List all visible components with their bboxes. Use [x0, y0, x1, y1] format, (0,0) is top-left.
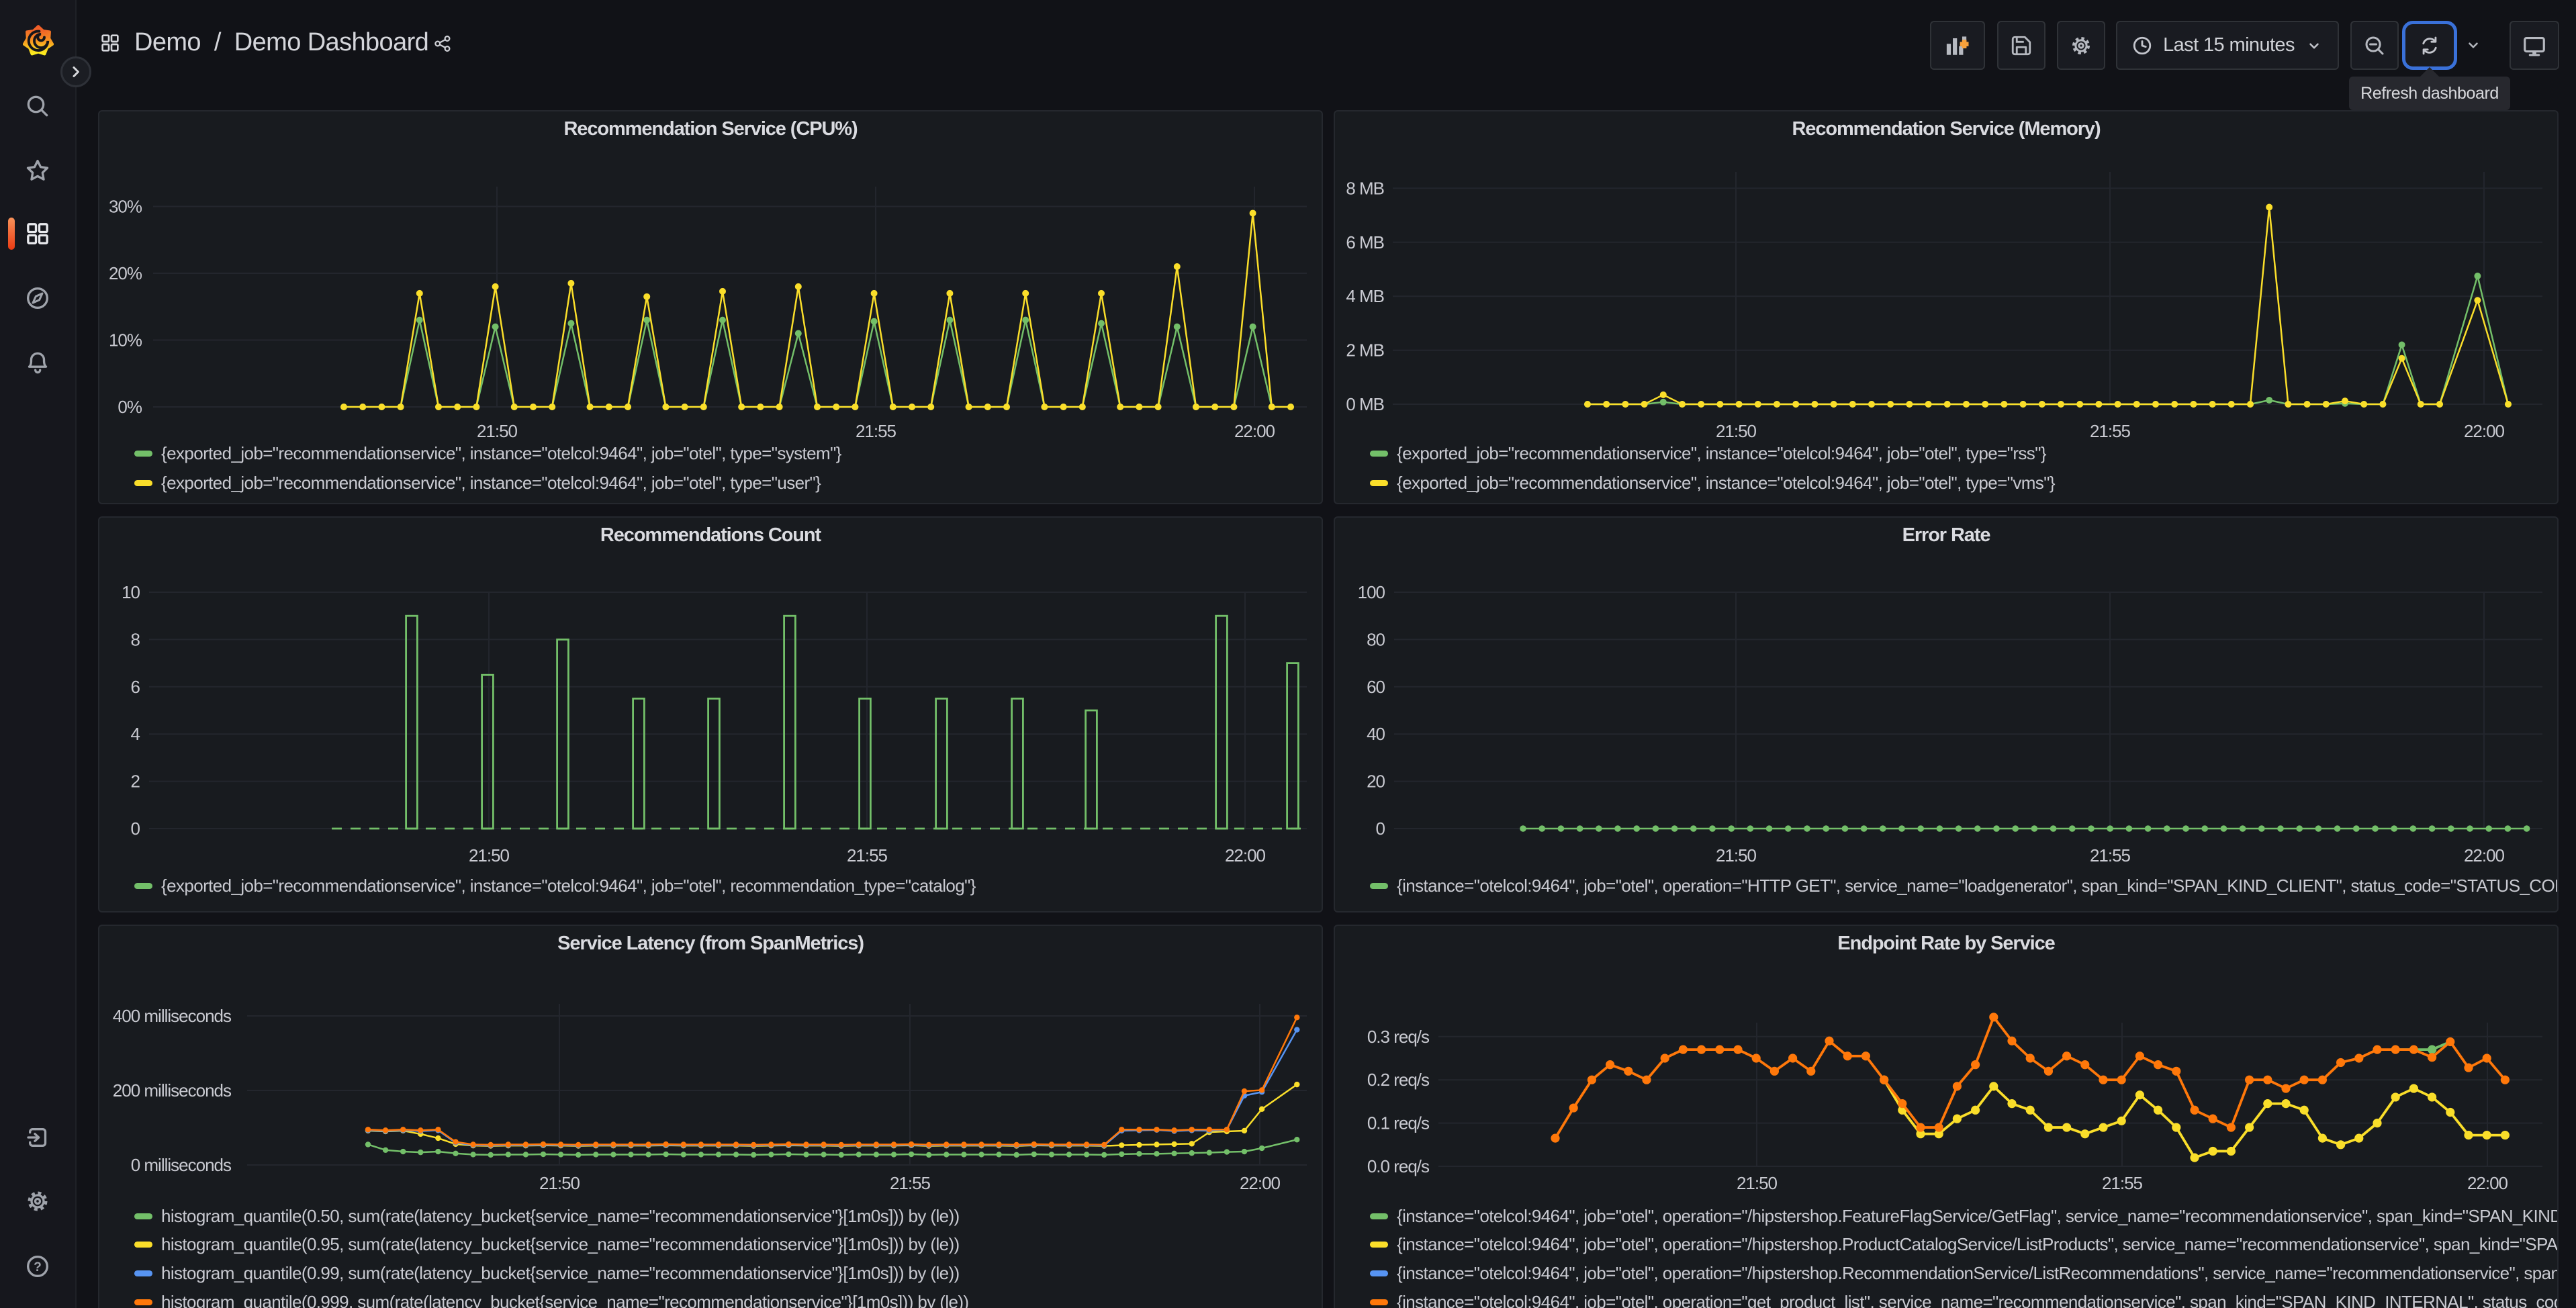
svg-text:30%: 30% — [109, 197, 142, 217]
svg-text:22:00: 22:00 — [2464, 421, 2505, 441]
svg-text:21:55: 21:55 — [856, 421, 896, 441]
svg-text:21:50: 21:50 — [1716, 845, 1757, 866]
svg-text:0.0 req/s: 0.0 req/s — [1367, 1156, 1430, 1176]
svg-text:21:50: 21:50 — [539, 1173, 580, 1193]
svg-text:20%: 20% — [109, 263, 142, 283]
svg-text:8: 8 — [131, 629, 140, 649]
svg-text:4: 4 — [131, 724, 140, 744]
svg-text:10: 10 — [122, 582, 140, 602]
svg-text:6: 6 — [131, 677, 140, 697]
svg-text:22:00: 22:00 — [1234, 421, 1275, 441]
svg-text:0 milliseconds: 0 milliseconds — [131, 1155, 232, 1175]
svg-text:2: 2 — [131, 772, 140, 792]
svg-text:0.2 req/s: 0.2 req/s — [1367, 1070, 1430, 1090]
svg-text:200 milliseconds: 200 milliseconds — [113, 1080, 232, 1101]
svg-text:22:00: 22:00 — [2464, 845, 2505, 866]
svg-text:4 MB: 4 MB — [1346, 286, 1384, 306]
svg-text:21:55: 21:55 — [2090, 421, 2131, 441]
svg-text:100: 100 — [1358, 582, 1385, 602]
svg-text:0: 0 — [1376, 819, 1385, 839]
svg-text:8 MB: 8 MB — [1346, 178, 1384, 198]
svg-text:0: 0 — [131, 819, 140, 839]
svg-text:21:55: 21:55 — [2090, 845, 2131, 866]
svg-text:0 MB: 0 MB — [1346, 394, 1384, 414]
svg-text:20: 20 — [1367, 772, 1385, 792]
svg-text:400 milliseconds: 400 milliseconds — [113, 1006, 232, 1026]
svg-text:21:55: 21:55 — [847, 845, 888, 866]
svg-text:40: 40 — [1367, 724, 1385, 744]
svg-text:21:50: 21:50 — [477, 421, 518, 441]
svg-text:80: 80 — [1367, 629, 1385, 649]
svg-text:?: ? — [34, 1260, 42, 1274]
svg-text:22:00: 22:00 — [1240, 1173, 1281, 1193]
svg-text:21:50: 21:50 — [1716, 421, 1757, 441]
svg-text:6 MB: 6 MB — [1346, 232, 1384, 252]
svg-text:22:00: 22:00 — [1225, 845, 1266, 866]
svg-text:60: 60 — [1367, 677, 1385, 697]
svg-text:21:55: 21:55 — [890, 1173, 931, 1193]
svg-text:0.1 req/s: 0.1 req/s — [1367, 1113, 1430, 1133]
svg-text:22:00: 22:00 — [2467, 1173, 2508, 1193]
svg-text:2 MB: 2 MB — [1346, 340, 1384, 361]
svg-text:10%: 10% — [109, 330, 142, 351]
svg-text:21:55: 21:55 — [2102, 1173, 2143, 1193]
svg-text:0%: 0% — [118, 397, 142, 417]
svg-text:0.3 req/s: 0.3 req/s — [1367, 1027, 1430, 1047]
svg-text:21:50: 21:50 — [469, 845, 510, 866]
svg-text:21:50: 21:50 — [1737, 1173, 1778, 1193]
